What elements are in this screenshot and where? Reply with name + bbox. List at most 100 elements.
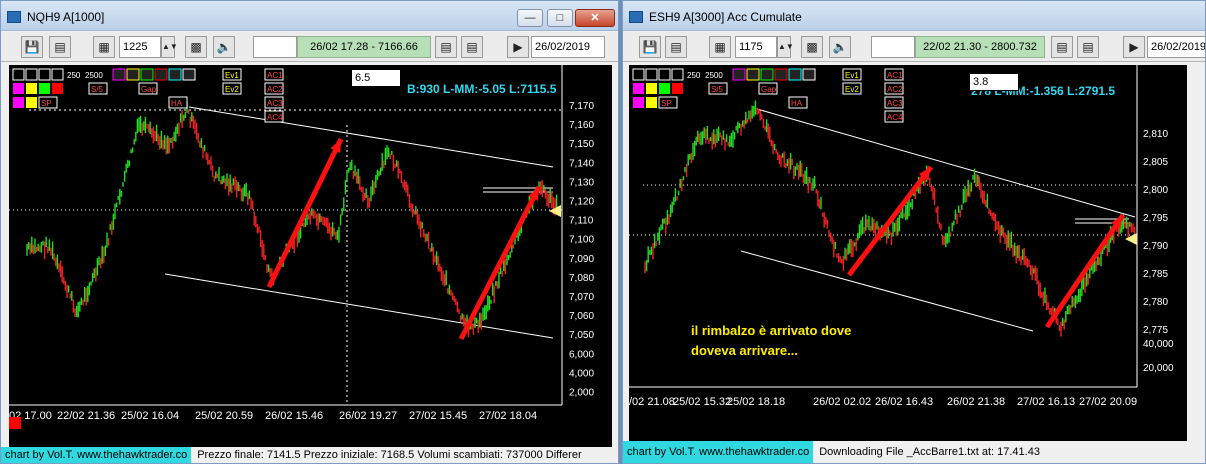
- save-layout-icon[interactable]: ▤: [1051, 36, 1073, 58]
- left-chart-window: NQH9 A[1000] — □ ✕ 💾 ▤ ▦ 1225 ▲▼ ▩ 🔈 26/…: [0, 0, 619, 464]
- annotation-line-1: il rimbalzo è arrivato dove: [691, 323, 851, 338]
- label-text: AC3: [267, 99, 283, 108]
- sound-icon[interactable]: 🔈: [213, 36, 235, 58]
- left-chart-area[interactable]: 7,170 7,160 7,150 7,140 7,130 7,120 7,110 7,100…: [9, 65, 612, 447]
- x-tick-label: 26/02 19.27: [339, 410, 397, 422]
- y-tick-label: 2,810: [1143, 129, 1168, 140]
- tool-icon: [658, 68, 671, 81]
- maximize-button[interactable]: □: [547, 9, 573, 27]
- x-tick-label: 26/02 02.02: [813, 396, 871, 408]
- y-tick-label: 7,140: [569, 158, 594, 169]
- chart-type-icon[interactable]: ▤: [665, 36, 687, 58]
- y-tick-label: 2,800: [1143, 185, 1168, 196]
- style-icon[interactable]: ▤: [461, 36, 483, 58]
- x-tick-label: 26/02 16.43: [875, 396, 933, 408]
- label-text: HA: [791, 99, 803, 108]
- left-titlebar[interactable]: NQH9 A[1000] — □ ✕: [1, 1, 618, 31]
- x-tick-label: 25/02 15.32: [673, 396, 731, 408]
- sound-icon[interactable]: 🔈: [829, 36, 851, 58]
- y-tick-label: 7,150: [569, 139, 594, 150]
- tool-icon: [645, 68, 658, 81]
- stop-value-box[interactable]: 6.5: [351, 69, 401, 87]
- chart-app-icon: [7, 11, 21, 23]
- indicator-icon: [112, 68, 126, 81]
- y-tick-label: 7,170: [569, 101, 594, 112]
- calculator-icon[interactable]: ▦: [93, 36, 115, 58]
- y-tick-label: 7,090: [569, 254, 594, 265]
- x-tick-label: 25/02 20.59: [195, 410, 253, 422]
- period-input[interactable]: 1175: [735, 36, 777, 58]
- trend-arrow: [458, 185, 542, 341]
- calculator-icon[interactable]: ▦: [709, 36, 731, 58]
- annotation-line-2: doveva arrivare...: [691, 343, 798, 358]
- status-info: Prezzo finale: 7141.5 Prezzo iniziale: 7…: [197, 449, 582, 461]
- indicator-icon[interactable]: ▩: [801, 36, 823, 58]
- date-input[interactable]: 26/02/2019: [531, 36, 605, 58]
- color-swatch-icon: [13, 83, 24, 94]
- left-toolbar: 💾 ▤ ▦ 1225 ▲▼ ▩ 🔈 26/02 17.28 - 7166.66 …: [1, 32, 618, 62]
- indicator-icon: [182, 68, 196, 81]
- indicator-icon: [732, 68, 746, 81]
- close-button[interactable]: ✕: [575, 9, 615, 27]
- x-tick-label: /02 21.08: [629, 396, 675, 408]
- counter-label: 250: [67, 71, 81, 80]
- period-stepper[interactable]: ▲▼: [777, 36, 794, 58]
- label-text: AC4: [267, 113, 283, 122]
- date-input[interactable]: 26/02/2019: [1147, 36, 1205, 58]
- credit-label: chart by Vol.T. www.thehawktrader.co: [1, 447, 192, 463]
- x-tick-label: 22/02 21.36: [57, 410, 115, 422]
- play-icon[interactable]: ▶: [507, 36, 529, 58]
- readout-text: B:930 L-MM:-5.05 L:7115.5: [407, 82, 557, 96]
- right-window-title: ESH9 A[3000] Acc Cumulate: [649, 10, 802, 24]
- label-text: SP: [41, 99, 52, 108]
- alert-icon: [9, 417, 21, 429]
- left-statusbar: chart by Vol.T. www.thehawktrader.co Prez…: [1, 447, 618, 463]
- right-titlebar[interactable]: ESH9 A[3000] Acc Cumulate: [623, 1, 1205, 31]
- label-text: AC4: [887, 113, 903, 122]
- save-icon[interactable]: 💾: [21, 36, 43, 58]
- indicator-icon: [774, 68, 788, 81]
- y-tick-label: 7,080: [569, 273, 594, 284]
- y-tick-label: 2,000: [569, 388, 594, 399]
- label-text: AC2: [887, 85, 903, 94]
- indicator-icon: [746, 68, 760, 81]
- tool-icon: [12, 68, 25, 81]
- save-layout-icon[interactable]: ▤: [435, 36, 457, 58]
- y-tick-label: 4,000: [569, 368, 594, 379]
- save-icon[interactable]: 💾: [639, 36, 661, 58]
- x-tick-label: 25/02 18.18: [727, 396, 785, 408]
- blank-input[interactable]: [253, 36, 297, 58]
- y-tick-label: 7,110: [569, 216, 594, 227]
- left-price-chart[interactable]: 7,170 7,160 7,150 7,140 7,130 7,120 7,110 7,100…: [9, 65, 612, 447]
- right-chart-area[interactable]: 2,810 2,805 2,800 2,795 2,790 2,785 2,780 2,775…: [629, 65, 1187, 441]
- channel-bottom-line: [164, 273, 554, 339]
- chart-type-icon[interactable]: ▤: [49, 36, 71, 58]
- color-swatch-icon: [633, 83, 644, 94]
- label-text: Ev1: [225, 71, 239, 80]
- counter-label: 250: [687, 71, 701, 80]
- stop-value-box[interactable]: 3.8: [969, 73, 1019, 91]
- y-tick-label: 2,795: [1143, 213, 1168, 224]
- play-icon[interactable]: ▶: [1123, 36, 1145, 58]
- y-tick-label: 7,160: [569, 120, 594, 131]
- right-price-chart[interactable]: 2,810 2,805 2,800 2,795 2,790 2,785 2,780 2,775…: [629, 65, 1187, 441]
- y-tick-label: 7,050: [569, 330, 594, 341]
- period-stepper[interactable]: ▲▼: [161, 36, 178, 58]
- color-swatch-icon: [39, 83, 50, 94]
- x-tick-label: 27/02 20.09: [1079, 396, 1137, 408]
- y-tick-label: 2,805: [1143, 157, 1168, 168]
- blank-input[interactable]: [871, 36, 915, 58]
- indicator-icon[interactable]: ▩: [185, 36, 207, 58]
- label-text: HA: [171, 99, 183, 108]
- color-swatch-icon: [26, 83, 37, 94]
- y-tick-label: 2,780: [1143, 297, 1168, 308]
- period-input[interactable]: 1225: [119, 36, 161, 58]
- x-tick-label: 27/02 15.45: [409, 410, 467, 422]
- style-icon[interactable]: ▤: [1077, 36, 1099, 58]
- label-text: Gap: [761, 85, 777, 94]
- tool-icon: [51, 68, 64, 81]
- x-tick-label: 26/02 21.38: [947, 396, 1005, 408]
- y-tick-label: 7,130: [569, 177, 594, 188]
- status-info: Downloading File _AccBarre1.txt at: 17.4…: [819, 446, 1040, 458]
- minimize-button[interactable]: —: [517, 9, 543, 27]
